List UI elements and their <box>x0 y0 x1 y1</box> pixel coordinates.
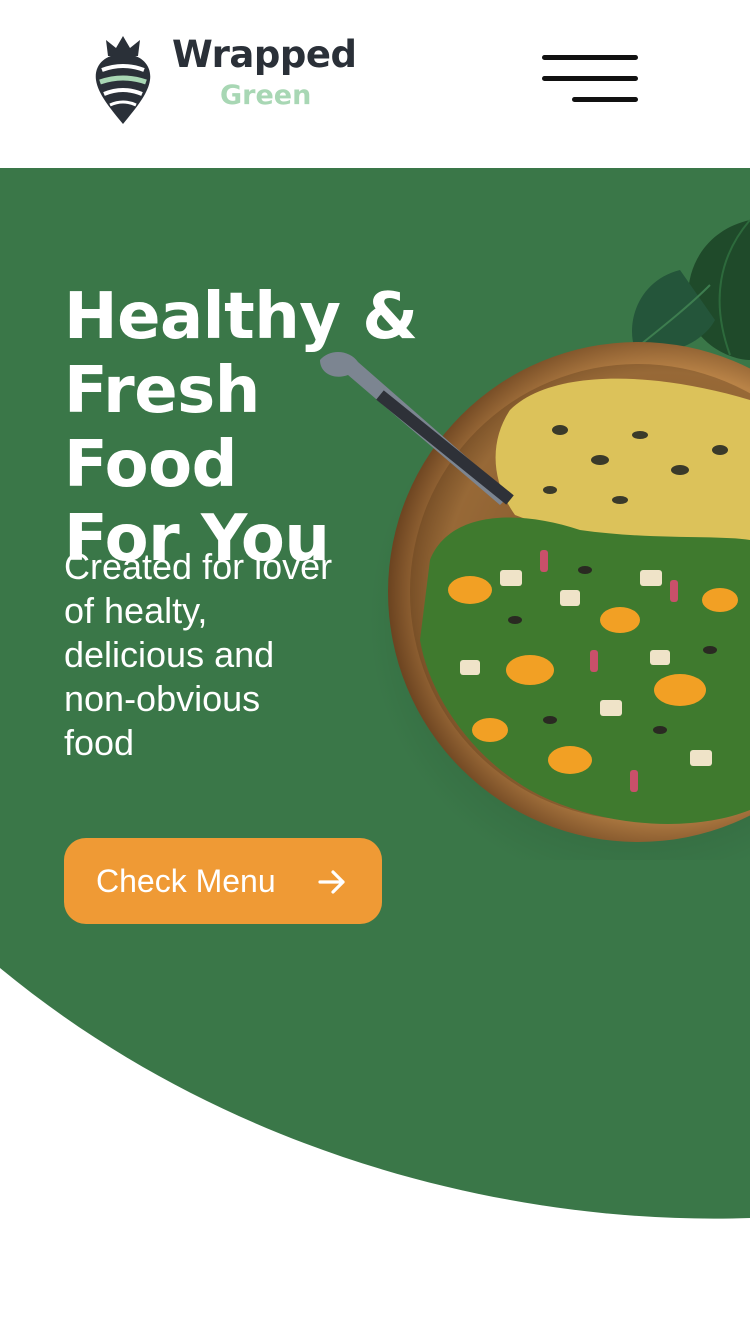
beet-bee-icon <box>95 36 151 124</box>
brand-logo[interactable]: Wrapped Green <box>92 34 362 130</box>
hero-title-line: Fresh Food <box>64 354 260 502</box>
hero-subtitle-line: food <box>64 722 135 763</box>
brand-name-primary: Wrapped <box>172 33 357 76</box>
menu-line <box>542 55 638 60</box>
hero-subtitle: Created for lover of healty, delicious a… <box>64 545 364 765</box>
check-menu-label: Check Menu <box>96 862 276 899</box>
arrow-right-icon <box>318 870 345 894</box>
hero-subtitle-line: Created for lover <box>64 546 333 587</box>
menu-line <box>572 97 638 102</box>
menu-line <box>542 76 638 81</box>
hero-subtitle-line: delicious and <box>64 634 275 675</box>
hero-title-line: Healthy & <box>64 280 418 354</box>
check-menu-button[interactable]: Check Menu <box>64 838 382 924</box>
hero-subtitle-line: non-obvious <box>64 678 261 719</box>
hero-title: Healthy & Fresh Food For You <box>64 280 444 576</box>
site-header: Wrapped Green <box>0 0 750 168</box>
hero-subtitle-line: of healty, <box>64 590 208 631</box>
brand-name-secondary: Green <box>220 80 312 111</box>
menu-button[interactable] <box>540 52 640 108</box>
